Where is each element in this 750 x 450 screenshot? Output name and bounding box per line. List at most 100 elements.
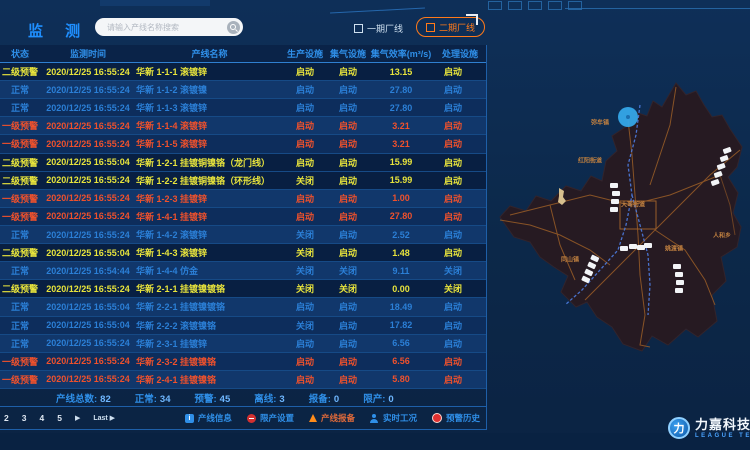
page-button[interactable]: 4 — [39, 413, 44, 423]
cell-time: 2020/12/25 16:55:24 — [40, 211, 136, 221]
cell-status: 一级预警 — [0, 210, 40, 223]
table-row[interactable]: 二级预警2020/12/25 16:55:24华新 1-1-1 滚镀锌启动启动1… — [0, 63, 486, 81]
table-row[interactable]: 正常2020/12/25 16:55:24华新 1-1-2 滚镀镍启动启动27.… — [0, 81, 486, 99]
cell-status: 二级预警 — [0, 282, 40, 295]
page-button[interactable]: 3 — [22, 413, 27, 423]
cell-name: 华新 1-4-2 滚镀锌 — [136, 228, 283, 241]
action-triangle-button[interactable]: 产线报备 — [309, 412, 355, 424]
cell-treat: 启动 — [433, 246, 487, 259]
summary-item: 离线:3 — [254, 391, 284, 405]
cell-time: 2020/12/25 16:55:24 — [40, 356, 136, 366]
info-icon: i — [185, 414, 194, 423]
action-person-button[interactable]: 实时工况 — [370, 412, 417, 424]
table-row[interactable]: 正常2020/12/25 16:55:24华新 1-4-2 滚镀锌关闭启动2.5… — [0, 226, 486, 244]
cell-rate: 15.99 — [369, 175, 433, 185]
cell-status: 一级预警 — [0, 119, 40, 132]
next-page-icon[interactable]: ▶ — [75, 414, 80, 422]
cell-status: 二级预警 — [0, 65, 40, 78]
table-row[interactable]: 一级预警2020/12/25 16:55:24华新 1-2-3 挂镀锌启动启动1… — [0, 190, 486, 208]
cell-gas: 启动 — [327, 300, 369, 313]
cell-treat: 启动 — [433, 373, 487, 386]
summary-value: 34 — [160, 394, 171, 405]
cell-name: 华新 2-2-1 挂镀镍镀铬 — [136, 300, 283, 313]
search-box — [95, 18, 243, 36]
cell-gas: 启动 — [327, 119, 369, 132]
cell-status: 正常 — [0, 300, 40, 313]
cell-gas: 启动 — [327, 83, 369, 96]
bottom-toolbar: 2 3 4 5 ▶ Last ▶ i产线信息 限产设置 产线报备 实时工况 预警历史 — [0, 406, 486, 430]
action-info-button[interactable]: i产线信息 — [185, 412, 232, 424]
table-row[interactable]: 一级预警2020/12/25 16:55:24华新 2-4-1 挂镀镍铬启动启动… — [0, 371, 486, 389]
table-row[interactable]: 二级预警2020/12/25 16:55:04华新 1-2-1 挂镀铜镍铬（龙门… — [0, 154, 486, 172]
summary-label: 正常: — [135, 394, 157, 405]
action-label: 预警历史 — [446, 412, 480, 424]
table-row[interactable]: 二级预警2020/12/25 16:55:24华新 2-1-1 挂镀镍镀铬关闭关… — [0, 280, 486, 298]
cell-prod: 启动 — [283, 101, 327, 114]
map-place-label: 姚渡镇 — [665, 244, 683, 253]
table-row[interactable]: 一级预警2020/12/25 16:55:24华新 1-1-5 滚镀锌启动启动3… — [0, 135, 486, 153]
page-button[interactable]: 2 — [4, 413, 9, 423]
column-header: 监测时间 — [40, 47, 136, 60]
cell-treat: 关闭 — [433, 282, 487, 295]
checkbox-icon — [426, 23, 435, 32]
cell-prod: 关闭 — [283, 282, 327, 295]
table-row[interactable]: 一级预警2020/12/25 16:55:24华新 2-3-2 挂镀镍铬启动启动… — [0, 353, 486, 371]
table-row[interactable]: 二级预警2020/12/25 16:55:24华新 1-2-2 挂镀铜镍铬（环形… — [0, 172, 486, 190]
last-page-button[interactable]: Last ▶ — [93, 414, 115, 422]
cell-prod: 启动 — [283, 156, 327, 169]
cell-gas: 启动 — [327, 355, 369, 368]
column-header: 状态 — [0, 47, 40, 60]
table-row[interactable]: 二级预警2020/12/25 16:55:04华新 1-4-3 滚镀锌关闭启动1… — [0, 244, 486, 262]
column-header: 集气设施 — [327, 47, 369, 60]
action-limit-button[interactable]: 限产设置 — [247, 412, 294, 424]
table-row[interactable]: 一级预警2020/12/25 16:55:24华新 1-4-1 挂镀锌启动启动2… — [0, 208, 486, 226]
summary-item: 限产:0 — [363, 391, 393, 405]
cell-name: 华新 1-2-3 挂镀锌 — [136, 192, 283, 205]
logo-icon: 力 — [668, 417, 690, 439]
cell-name: 华新 2-2-2 滚镀镍铬 — [136, 319, 283, 332]
phase1-checkbox[interactable]: 一期厂线 — [354, 22, 403, 35]
map-place-label: 弥牟镇 — [591, 118, 609, 127]
search-input[interactable] — [105, 22, 227, 33]
cell-time: 2020/12/25 16:55:24 — [40, 175, 136, 185]
top-deco-line — [330, 8, 425, 14]
cell-rate: 0.00 — [369, 284, 433, 294]
table-row[interactable]: 正常2020/12/25 16:55:24华新 2-3-1 挂镀锌启动启动6.5… — [0, 335, 486, 353]
cell-gas: 关闭 — [327, 282, 369, 295]
cell-treat: 启动 — [433, 174, 487, 187]
cell-prod: 启动 — [283, 119, 327, 132]
summary-label: 离线: — [254, 394, 276, 405]
phase1-label: 一期厂线 — [367, 22, 403, 35]
page-button[interactable]: 5 — [57, 413, 62, 423]
cell-rate: 18.49 — [369, 302, 433, 312]
action-alert-dot-button[interactable]: 预警历史 — [432, 412, 480, 424]
cell-rate: 13.15 — [369, 67, 433, 77]
table-row[interactable]: 正常2020/12/25 16:55:04华新 2-2-1 挂镀镍镀铬启动启动1… — [0, 298, 486, 316]
logo-name-en: LEAGUE TE — [695, 433, 750, 439]
cell-prod: 启动 — [283, 210, 327, 223]
action-label: 限产设置 — [260, 412, 294, 424]
table-row[interactable]: 正常2020/12/25 16:54:44华新 1-4-4 仿金关闭关闭9.11… — [0, 262, 486, 280]
cell-time: 2020/12/25 16:54:44 — [40, 266, 136, 276]
cell-treat: 启动 — [433, 137, 487, 150]
action-buttons: i产线信息 限产设置 产线报备 实时工况 预警历史 — [185, 412, 480, 424]
cell-status: 正常 — [0, 228, 40, 241]
map-marker[interactable] — [618, 107, 638, 127]
cell-name: 华新 1-4-3 滚镀锌 — [136, 246, 283, 259]
table-row[interactable]: 一级预警2020/12/25 16:55:24华新 1-1-4 滚镀锌启动启动3… — [0, 117, 486, 135]
cell-name: 华新 2-3-1 挂镀锌 — [136, 337, 283, 350]
table-row[interactable]: 正常2020/12/25 16:55:04华新 2-2-2 滚镀镍铬关闭启动17… — [0, 317, 486, 335]
cell-prod: 关闭 — [283, 264, 327, 277]
cell-time: 2020/12/25 16:55:24 — [40, 338, 136, 348]
table-row[interactable]: 正常2020/12/25 16:55:24华新 1-1-3 滚镀锌启动启动27.… — [0, 99, 486, 117]
cell-rate: 5.80 — [369, 374, 433, 384]
cell-rate: 27.80 — [369, 211, 433, 221]
cell-time: 2020/12/25 16:55:24 — [40, 193, 136, 203]
search-icon[interactable] — [227, 21, 240, 34]
cell-rate: 3.21 — [369, 139, 433, 149]
cell-treat: 启动 — [433, 355, 487, 368]
summary-bar: 产线总数:82正常:34预警:45离线:3报备:0限产:0 — [0, 389, 486, 406]
summary-value: 0 — [388, 394, 393, 405]
table-header-row: 状态监测时间产线名称生产设施集气设施集气效率(m³/s)处理设施 — [0, 45, 486, 63]
cell-time: 2020/12/25 16:55:24 — [40, 121, 136, 131]
